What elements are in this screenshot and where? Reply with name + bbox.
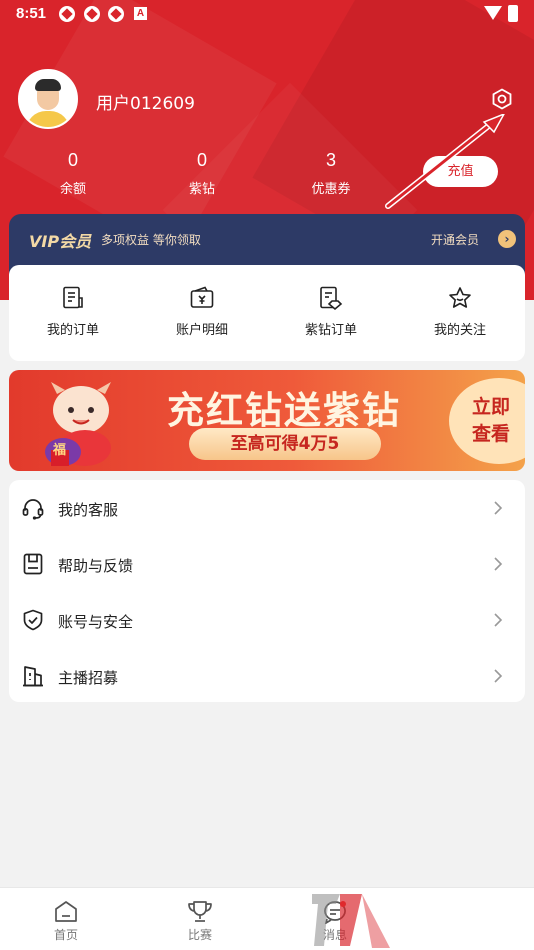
avatar[interactable] [18,69,78,129]
settings-menu: 我的客服 帮助与反馈 账号与安全 主播招募 [9,480,525,702]
menu-item-label: 主播招募 [58,669,119,687]
quick-actions: 我的订单 账户明细 紫钻订单 我的关注 [9,265,525,361]
coupon-value: 3 [325,150,336,170]
tab-label: 比赛 [187,928,212,942]
headset-icon [22,499,44,520]
banner-title: 充红钻送紫钻 [167,389,401,432]
vip-logo: VIP会员 [29,232,92,251]
battery-icon [508,5,518,22]
shield-icon [23,609,43,631]
coupon-stat[interactable]: 3 优惠券 [291,150,371,197]
vip-open-link[interactable]: 开通会员 [431,231,479,248]
banner-cta-line: 立即 [471,396,510,418]
chevron-right-icon [494,501,503,515]
order-icon [63,286,83,309]
vip-description: 多项权益 等你领取 [101,233,201,247]
menu-item-account-security[interactable]: 账号与安全 [9,592,525,648]
quick-item-label: 账户明细 [175,323,228,338]
quick-item-account-details[interactable]: 账户明细 [147,285,257,338]
settings-button[interactable] [490,87,514,111]
purple-diamond-stat[interactable]: 0 紫钻 [162,150,242,197]
quick-item-label: 紫钻订单 [304,323,357,338]
notification-icon [108,6,124,22]
chevron-right-icon [494,669,503,683]
balance-stat[interactable]: 0 余额 [33,150,113,197]
feedback-icon [23,553,43,575]
balance-value: 0 [67,150,78,170]
banner-cta-line: 查看 [471,423,510,445]
settings-hex-icon [492,88,512,110]
star-icon [449,287,471,308]
notification-icon [84,6,100,22]
mascot-icon [45,382,111,466]
chevron-right-icon [494,613,503,627]
building-icon [23,666,43,687]
quick-item-label: 我的关注 [433,323,486,338]
tab-label: 首页 [53,928,78,942]
avatar-hair [35,79,61,91]
menu-item-label: 帮助与反馈 [58,557,134,575]
bottom-tab-bar: 首页 比赛 消息 [0,887,534,950]
username[interactable]: 用户012609 [96,89,195,114]
menu-item-label: 我的客服 [58,501,119,519]
banner-cta-button[interactable]: 立即 查看 [465,394,517,448]
wallet-icon [190,286,214,308]
recharge-button[interactable]: 充值 [423,156,498,187]
menu-item-help-feedback[interactable]: 帮助与反馈 [9,536,525,592]
quick-item-diamond-orders[interactable]: 紫钻订单 [276,285,386,338]
status-time: 8:51 [16,5,47,22]
chevron-right-icon[interactable]: › [498,230,516,248]
diamond-order-icon [320,286,343,311]
purple-diamond-value: 0 [196,150,207,170]
coupon-label: 优惠券 [311,182,351,197]
notification-a-icon: A [134,7,147,20]
menu-item-streamer-recruit[interactable]: 主播招募 [9,648,525,704]
tab-match[interactable]: 比赛 [165,900,235,943]
banner-fu-character: 福 [53,443,67,458]
trophy-icon [188,901,212,922]
status-bar: 8:51 A [0,0,534,30]
notification-icon [59,6,75,22]
promo-banner[interactable]: 福 充红钻送紫钻 至高可得4万5 立即 查看 [9,370,525,471]
watermark-logo [312,894,390,948]
wifi-icon [484,6,502,20]
avatar-shirt [26,111,70,127]
balance-label: 余额 [59,182,86,197]
banner-subtitle: 至高可得4万5 [189,428,381,460]
menu-item-label: 账号与安全 [58,613,134,631]
quick-item-my-follows[interactable]: 我的关注 [405,285,515,338]
quick-item-my-orders[interactable]: 我的订单 [18,285,128,338]
quick-item-label: 我的订单 [46,323,99,338]
tab-home[interactable]: 首页 [31,900,101,943]
chevron-right-icon [494,557,503,571]
purple-diamond-label: 紫钻 [188,182,215,197]
menu-item-customer-service[interactable]: 我的客服 [9,480,525,536]
home-icon [55,901,77,922]
